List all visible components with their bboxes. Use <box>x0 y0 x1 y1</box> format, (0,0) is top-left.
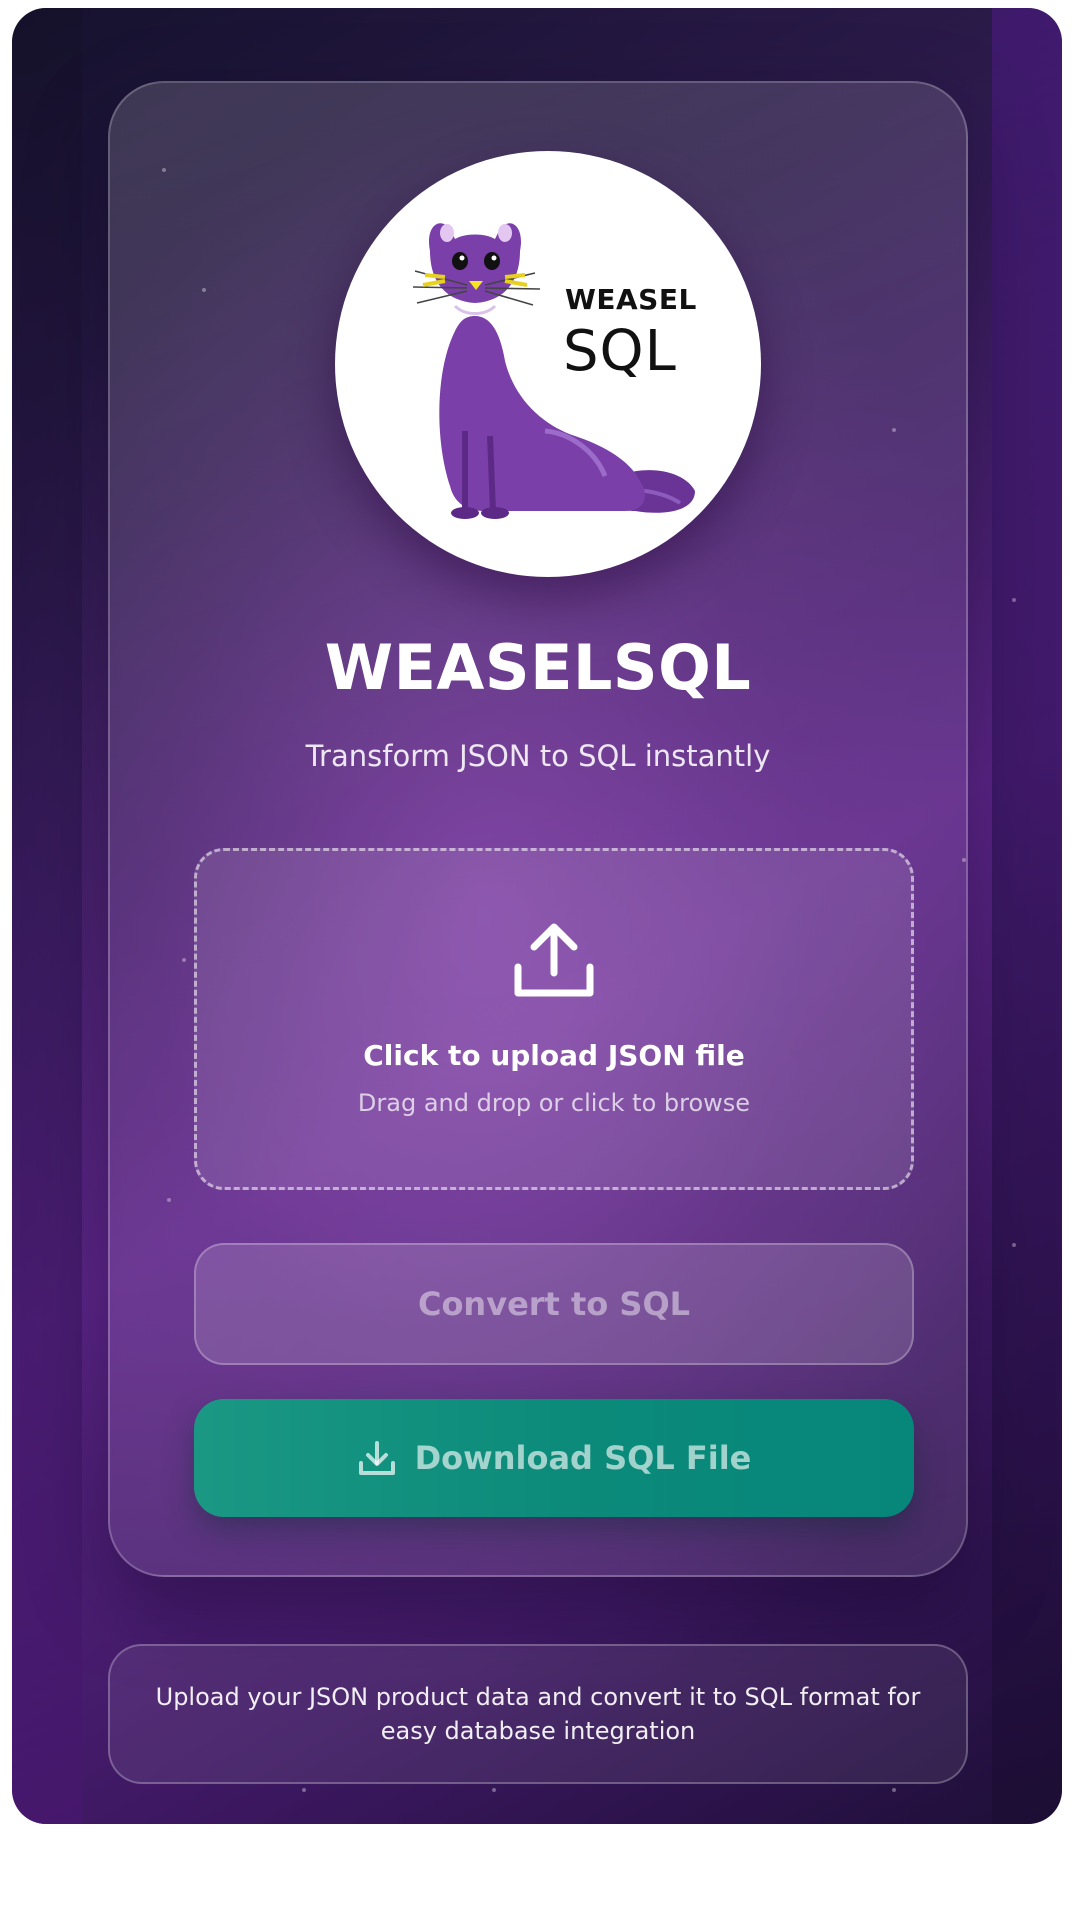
download-icon <box>358 1441 395 1475</box>
background-star <box>892 1788 896 1792</box>
background-star <box>1012 1243 1016 1247</box>
background-band-right <box>992 8 1062 1824</box>
logo: WEASEL SQL <box>335 151 761 577</box>
page-title: WEASELSQL <box>324 631 752 704</box>
background-band-left <box>12 8 82 1824</box>
convert-button-label: Convert to SQL <box>417 1285 691 1323</box>
upload-dropzone[interactable]: Click to upload JSON file Drag and drop … <box>194 848 914 1190</box>
logo-wordmark-bottom: SQL <box>563 319 677 384</box>
upload-icon <box>514 923 594 997</box>
upload-hint: Drag and drop or click to browse <box>357 1089 751 1117</box>
main-card: WEASEL SQL WEASELSQL Transform JSON to S… <box>108 81 968 1577</box>
info-card: Upload your JSON product data and conver… <box>108 1644 968 1784</box>
background-star <box>492 1788 496 1792</box>
app-window: WEASEL SQL WEASELSQL Transform JSON to S… <box>12 8 1062 1824</box>
logo-wordmark-top: WEASEL <box>565 283 697 316</box>
download-sql-button[interactable]: Download SQL File <box>194 1399 914 1517</box>
background-star <box>302 1788 306 1792</box>
page-subtitle: Transform JSON to SQL instantly <box>305 739 771 773</box>
info-text: Upload your JSON product data and conver… <box>155 1683 921 1745</box>
convert-to-sql-button[interactable]: Convert to SQL <box>194 1243 914 1365</box>
download-button-label: Download SQL File <box>414 1439 752 1477</box>
background-star <box>1012 598 1016 602</box>
upload-title: Click to upload JSON file <box>363 1039 745 1072</box>
